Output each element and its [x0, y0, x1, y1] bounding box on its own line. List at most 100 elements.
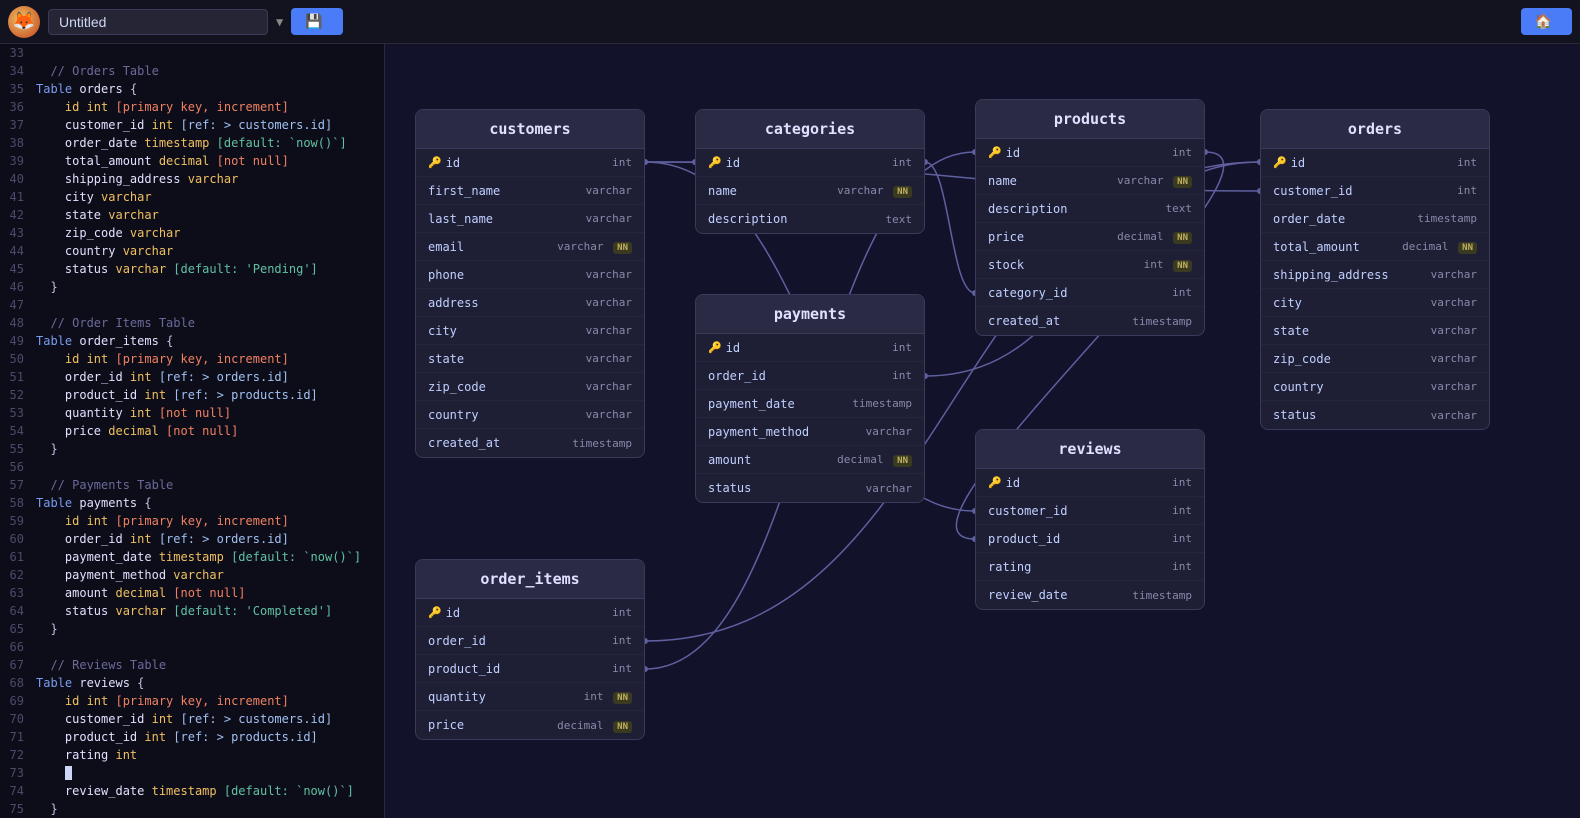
line-number: 59 [0, 512, 32, 530]
field-name: phone [428, 268, 464, 282]
field-type: varchar [586, 380, 632, 393]
canvas-panel[interactable]: customers🔑idintfirst_namevarcharlast_nam… [385, 44, 1580, 818]
table-row: addressvarchar [416, 289, 644, 317]
line-content: id int [primary key, increment] [32, 692, 289, 710]
table-row: pricedecimal NN [416, 711, 644, 739]
db-table-payments[interactable]: payments🔑idintorder_idintpayment_datetim… [695, 294, 925, 503]
code-line: 60 order_id int [ref: > orders.id] [0, 530, 384, 548]
table-row: payment_datetimestamp [696, 390, 924, 418]
table-title: categories [696, 110, 924, 149]
code-line: 35Table orders { [0, 80, 384, 98]
table-row: 🔑idint [1261, 149, 1489, 177]
line-number: 75 [0, 800, 32, 818]
line-number: 60 [0, 530, 32, 548]
field-name: payment_date [708, 397, 795, 411]
field-name: 🔑id [708, 341, 740, 355]
field-name: order_id [428, 634, 486, 648]
field-type: int [612, 634, 632, 647]
code-line: 38 order_date timestamp [default: `now()… [0, 134, 384, 152]
line-number: 49 [0, 332, 32, 350]
key-icon: 🔑 [708, 341, 722, 354]
line-content [32, 296, 36, 314]
title-input[interactable] [48, 9, 268, 35]
field-name: city [428, 324, 457, 338]
field-type: int [1172, 560, 1192, 573]
line-number: 39 [0, 152, 32, 170]
code-line: 62 payment_method varchar [0, 566, 384, 584]
db-table-reviews[interactable]: reviews🔑idintcustomer_idintproduct_idint… [975, 429, 1205, 610]
field-name: 🔑id [988, 146, 1020, 160]
line-number: 72 [0, 746, 32, 764]
code-line: 50 id int [primary key, increment] [0, 350, 384, 368]
db-table-orders[interactable]: orders🔑idintcustomer_idintorder_datetime… [1260, 109, 1490, 430]
line-number: 73 [0, 764, 32, 782]
field-type: int [1172, 286, 1192, 299]
line-content: country varchar [32, 242, 173, 260]
field-type: int NN [584, 690, 632, 703]
table-row: pricedecimal NN [976, 223, 1204, 251]
table-row: statevarchar [416, 345, 644, 373]
db-table-products[interactable]: products🔑idintnamevarchar NNdescriptiont… [975, 99, 1205, 336]
field-type: varchar [586, 296, 632, 309]
field-type: int [612, 662, 632, 675]
table-row: 🔑idint [696, 334, 924, 362]
field-name: email [428, 240, 464, 254]
code-panel[interactable]: 3334 // Orders Table35Table orders {36 i… [0, 44, 385, 818]
code-line: 75 } [0, 800, 384, 818]
line-content: amount decimal [not null] [32, 584, 246, 602]
line-number: 67 [0, 656, 32, 674]
code-line: 41 city varchar [0, 188, 384, 206]
table-row: descriptiontext [696, 205, 924, 233]
line-number: 41 [0, 188, 32, 206]
db-table-order_items[interactable]: order_items🔑idintorder_idintproduct_idin… [415, 559, 645, 740]
badge-nn: NN [893, 186, 912, 198]
table-row: cityvarchar [1261, 289, 1489, 317]
line-content [32, 458, 36, 476]
code-line: 34 // Orders Table [0, 62, 384, 80]
table-title: orders [1261, 110, 1489, 149]
line-number: 34 [0, 62, 32, 80]
code-line: 70 customer_id int [ref: > customers.id] [0, 710, 384, 728]
dropdown-arrow-icon[interactable]: ▼ [276, 15, 283, 29]
login-button[interactable]: 🏠 [1521, 8, 1572, 35]
line-number: 38 [0, 134, 32, 152]
line-number: 66 [0, 638, 32, 656]
line-content: } [32, 620, 58, 638]
db-table-customers[interactable]: customers🔑idintfirst_namevarcharlast_nam… [415, 109, 645, 458]
line-number: 57 [0, 476, 32, 494]
table-row: review_datetimestamp [976, 581, 1204, 609]
code-line: 33 [0, 44, 384, 62]
field-type: varchar [1431, 380, 1477, 393]
line-content: payment_method varchar [32, 566, 224, 584]
field-name: 🔑id [708, 156, 740, 170]
field-name: 🔑id [428, 156, 460, 170]
field-type: int [612, 606, 632, 619]
badge-nn: NN [1173, 232, 1192, 244]
line-number: 71 [0, 728, 32, 746]
line-content: payment_date timestamp [default: `now()`… [32, 548, 361, 566]
field-name: description [988, 202, 1067, 216]
table-row: payment_methodvarchar [696, 418, 924, 446]
line-number: 53 [0, 404, 32, 422]
db-table-categories[interactable]: categories🔑idintnamevarchar NNdescriptio… [695, 109, 925, 234]
line-number: 36 [0, 98, 32, 116]
table-row: first_namevarchar [416, 177, 644, 205]
line-content: total_amount decimal [not null] [32, 152, 289, 170]
field-type: int [612, 156, 632, 169]
line-number: 55 [0, 440, 32, 458]
save-button[interactable]: 💾 [291, 8, 342, 35]
line-number: 46 [0, 278, 32, 296]
field-name: review_date [988, 588, 1067, 602]
line-number: 50 [0, 350, 32, 368]
code-line: 58Table payments { [0, 494, 384, 512]
field-name: state [428, 352, 464, 366]
code-line: 44 country varchar [0, 242, 384, 260]
line-content: } [32, 440, 58, 458]
code-line: 45 status varchar [default: 'Pending'] [0, 260, 384, 278]
cursor [65, 766, 72, 780]
code-line: 73 [0, 764, 384, 782]
line-number: 70 [0, 710, 32, 728]
key-icon: 🔑 [428, 606, 442, 619]
badge-nn: NN [613, 242, 632, 254]
code-line: 48 // Order Items Table [0, 314, 384, 332]
